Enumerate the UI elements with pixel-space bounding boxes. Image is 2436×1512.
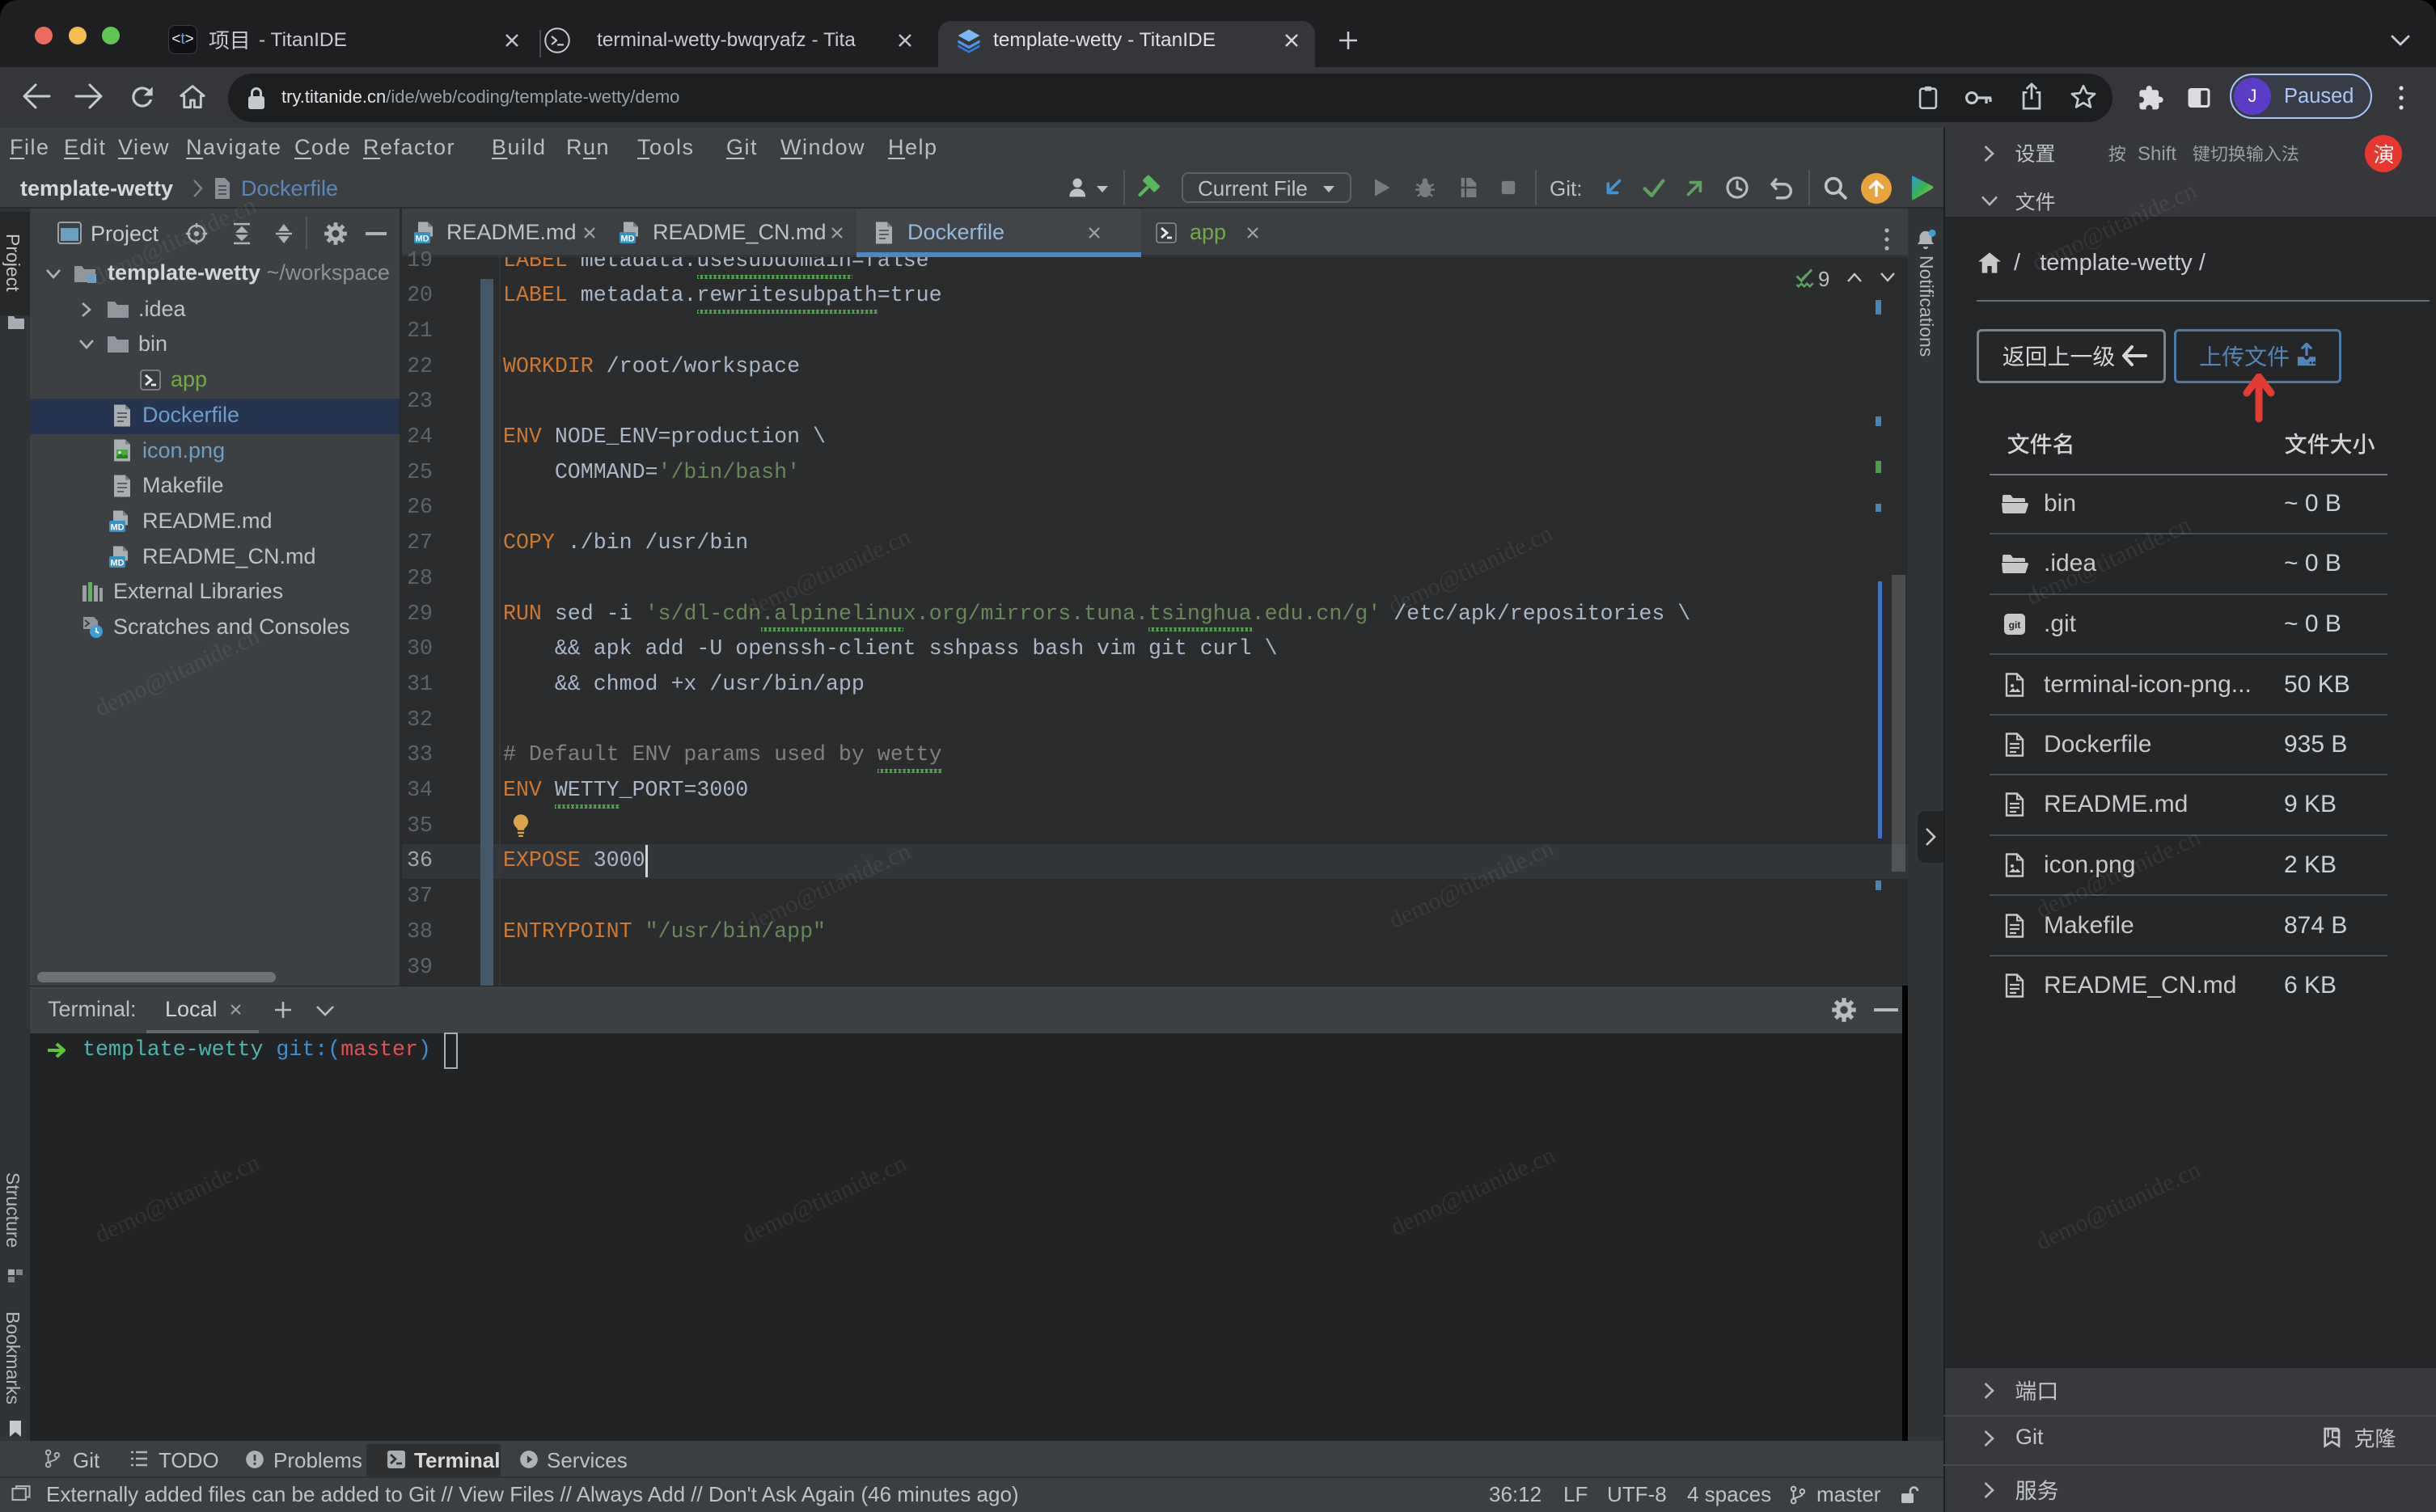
svg-text:git: git [2009,619,2021,631]
svg-text:MD: MD [110,559,124,568]
svg-text:MD: MD [110,523,124,533]
svg-text:MD: MD [620,234,634,244]
